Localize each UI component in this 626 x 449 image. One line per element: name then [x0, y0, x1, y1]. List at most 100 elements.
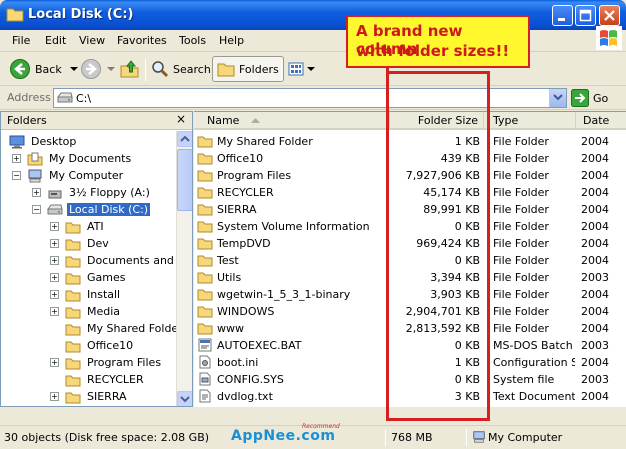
expand-icon[interactable]: + — [50, 358, 59, 367]
collapse-icon[interactable]: − — [32, 205, 41, 214]
watermark-tagline: Recommend — [302, 423, 340, 430]
close-folders-pane-icon[interactable]: × — [176, 112, 186, 126]
expand-icon[interactable]: + — [12, 154, 21, 163]
column-type[interactable]: Type — [484, 112, 576, 129]
list-item-date: 2004 — [581, 203, 609, 216]
close-icon — [604, 10, 615, 21]
annotation-line-2: with folder sizes!! — [356, 42, 510, 60]
list-item-name: Office10 — [197, 151, 263, 165]
folder-tree: Desktop + My Documents − My Computer + 3… — [1, 131, 176, 406]
expand-icon[interactable]: + — [50, 307, 59, 316]
list-item-date: 2004 — [581, 169, 609, 182]
tree-item-floppy[interactable]: + 3½ Floppy (A:) — [32, 184, 152, 201]
tree-item-program-files[interactable]: + Program Files — [50, 354, 163, 371]
collapse-icon[interactable]: − — [12, 171, 21, 180]
tree-item-games[interactable]: + Games — [50, 269, 127, 286]
list-item-name: RECYCLER — [197, 185, 274, 199]
address-value: C:\ — [76, 92, 92, 105]
folder-icon — [197, 272, 213, 284]
back-dropdown-icon[interactable] — [69, 66, 78, 72]
list-item-date: 2004 — [581, 237, 609, 250]
tree-item-ati[interactable]: + ATI — [50, 218, 106, 235]
list-item-type: File Folder — [493, 220, 549, 233]
scroll-up-button[interactable] — [177, 131, 192, 147]
up-folder-icon — [120, 60, 139, 78]
list-item-type: File Folder — [493, 152, 549, 165]
sort-ascending-icon — [250, 118, 260, 123]
list-item-type: Configuration Settings — [493, 356, 575, 369]
expand-icon[interactable]: + — [50, 239, 59, 248]
search-icon — [152, 61, 169, 78]
tree-item-my-shared-folder[interactable]: My Shared Folder — [65, 320, 176, 337]
system-file-icon — [199, 372, 211, 386]
minimize-button[interactable] — [552, 5, 573, 26]
expand-icon[interactable]: + — [50, 222, 59, 231]
list-item-type: File Folder — [493, 237, 549, 250]
expand-icon[interactable]: + — [50, 256, 59, 265]
back-arrow-icon — [10, 59, 30, 79]
list-item-type: File Folder — [493, 271, 549, 284]
tree-item-my-computer[interactable]: − My Computer — [12, 167, 125, 184]
scroll-thumb[interactable] — [177, 149, 192, 211]
tree-item-install[interactable]: + Install — [50, 286, 122, 303]
list-item-name: WINDOWS — [197, 304, 274, 318]
folder-icon — [65, 307, 81, 318]
my-computer-icon — [28, 169, 42, 182]
tree-item-sierra[interactable]: + SIERRA — [50, 388, 129, 405]
list-item-date: 2004 — [581, 390, 609, 403]
list-item-type: Text Document — [493, 390, 575, 403]
folder-icon — [65, 324, 81, 335]
folders-pane: Folders × Desktop + My Documents − My Co… — [0, 111, 193, 407]
folder-icon — [197, 306, 213, 318]
folder-icon — [65, 273, 81, 284]
list-item-date: 2004 — [581, 288, 609, 301]
views-button[interactable] — [288, 56, 315, 82]
folders-button[interactable]: Folders — [212, 56, 284, 82]
go-button[interactable]: Go — [571, 89, 608, 107]
folders-scrollbar[interactable] — [176, 131, 192, 406]
menu-file[interactable]: File — [12, 34, 30, 47]
expand-icon[interactable]: + — [32, 188, 41, 197]
up-folder-button[interactable] — [119, 56, 141, 82]
tree-item-office10[interactable]: Office10 — [65, 337, 135, 354]
forward-dropdown-icon[interactable] — [107, 66, 115, 72]
menu-edit[interactable]: Edit — [45, 34, 66, 47]
tree-item-local-disk[interactable]: − Local Disk (C:) — [32, 201, 151, 218]
menu-favorites[interactable]: Favorites — [117, 34, 167, 47]
forward-button[interactable] — [80, 56, 115, 82]
menu-help[interactable]: Help — [219, 34, 244, 47]
tree-item-recycler[interactable]: RECYCLER — [65, 371, 146, 388]
windows-logo-icon — [596, 26, 622, 50]
close-button[interactable] — [599, 5, 620, 26]
callout-connector — [386, 68, 389, 73]
menu-tools[interactable]: Tools — [179, 34, 206, 47]
list-item-name: System Volume Information — [197, 219, 370, 233]
folder-icon — [197, 323, 213, 335]
scroll-down-button[interactable] — [177, 391, 192, 406]
expand-icon[interactable]: + — [50, 273, 59, 282]
folder-icon — [65, 256, 81, 267]
back-button[interactable]: Back — [9, 56, 78, 82]
column-name[interactable]: Name — [194, 112, 390, 129]
tree-item-desktop[interactable]: Desktop — [9, 133, 78, 150]
search-button[interactable]: Search — [151, 56, 211, 82]
list-item-date: 2004 — [581, 152, 609, 165]
list-item-name: Test — [197, 253, 239, 267]
tree-item-media[interactable]: + Media — [50, 303, 122, 320]
folder-icon — [197, 289, 213, 301]
forward-arrow-icon — [81, 59, 101, 79]
maximize-icon — [579, 9, 592, 22]
expand-icon[interactable]: + — [50, 392, 59, 401]
views-dropdown-icon — [307, 67, 315, 71]
list-item-date: 2004 — [581, 322, 609, 335]
title-bar[interactable]: Local Disk (C:) — [0, 0, 626, 30]
menu-view[interactable]: View — [79, 34, 105, 47]
address-dropdown[interactable] — [549, 89, 566, 107]
expand-icon[interactable]: + — [50, 290, 59, 299]
tree-item-my-documents[interactable]: + My Documents — [12, 150, 133, 167]
list-item-type: File Folder — [493, 186, 549, 199]
column-date[interactable]: Date — [576, 112, 626, 129]
tree-item-dev[interactable]: + Dev — [50, 235, 111, 252]
maximize-button[interactable] — [575, 5, 596, 26]
tree-item-documents-and-settings[interactable]: + Documents and Settings — [50, 252, 176, 269]
